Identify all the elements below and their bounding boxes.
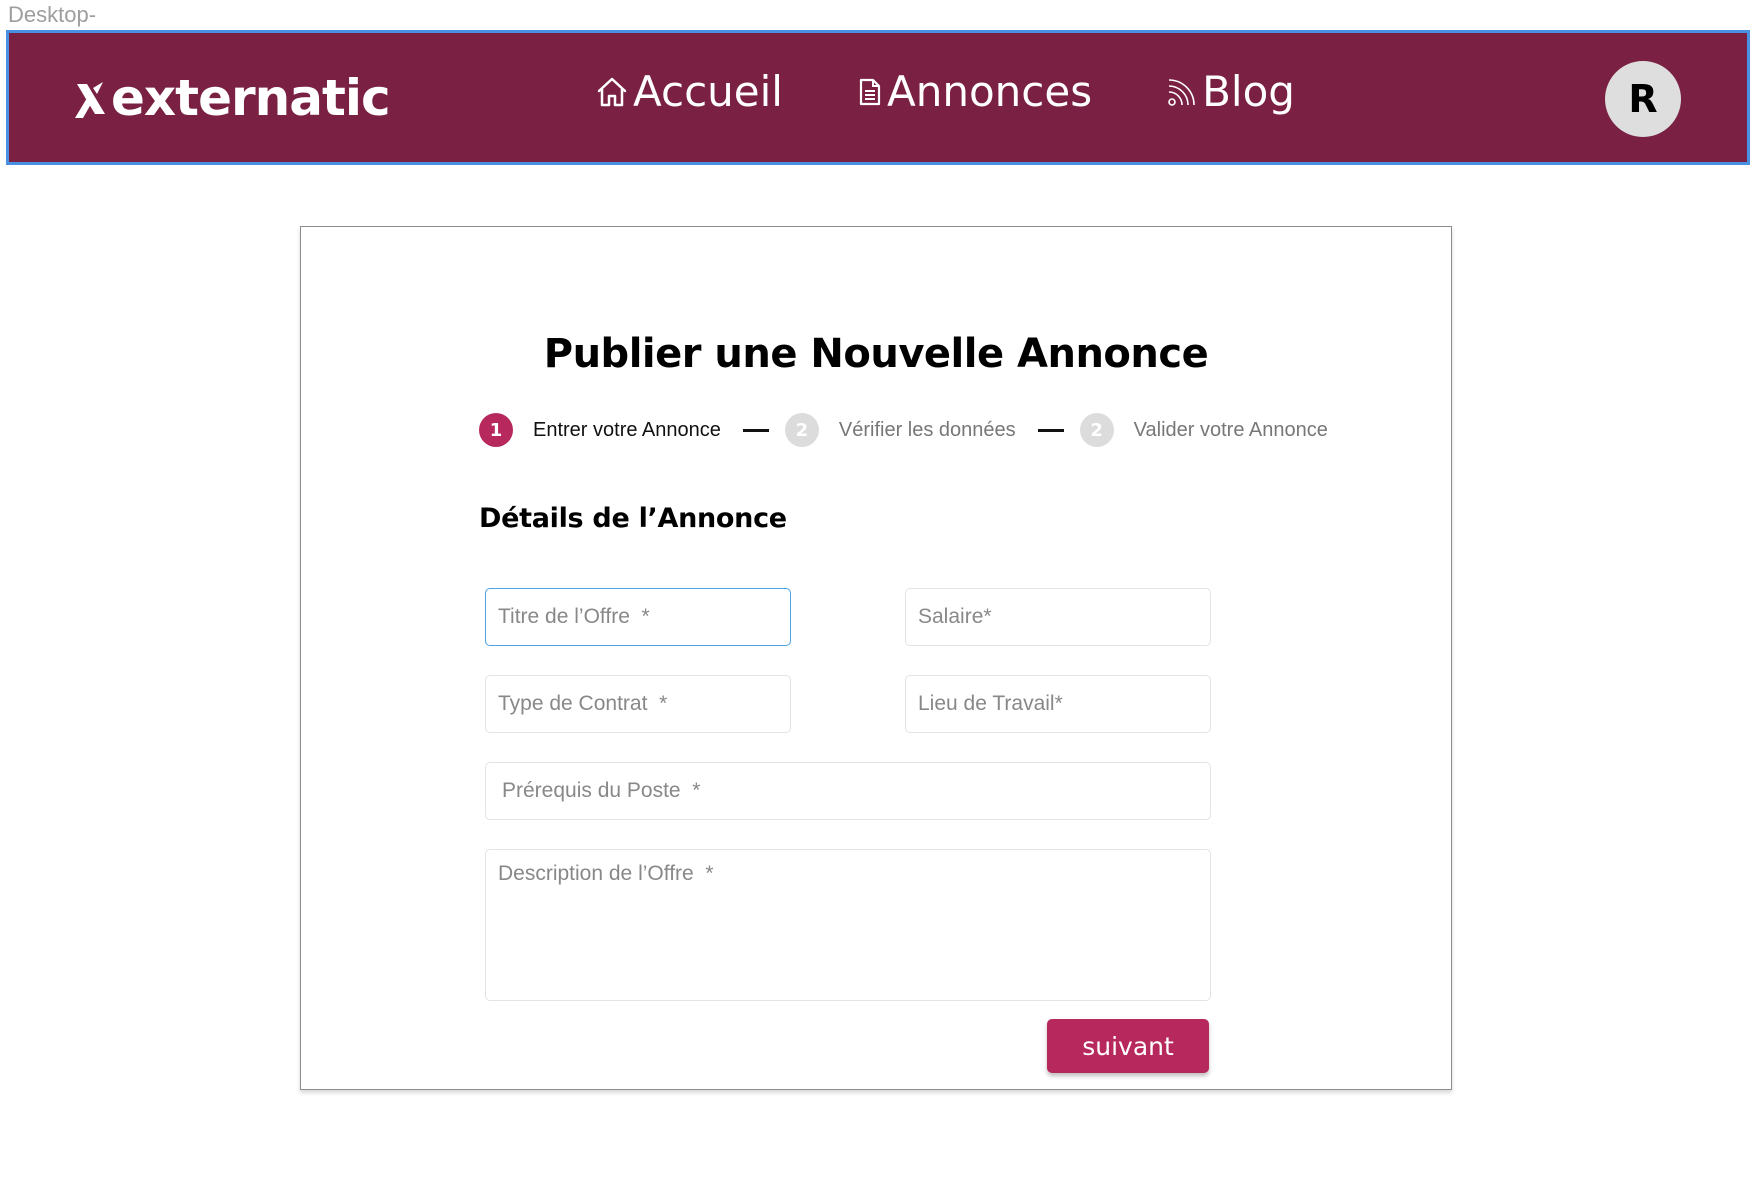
- prerequis-poste-input[interactable]: [485, 762, 1211, 820]
- step-2-indicator: 2: [784, 413, 819, 447]
- step-1-label: Entrer votre Annonce: [533, 418, 721, 441]
- nav-accueil[interactable]: Accueil: [595, 67, 783, 116]
- user-avatar[interactable]: R: [1605, 61, 1681, 137]
- nav-blog-label: Blog: [1202, 67, 1295, 116]
- nav-blog[interactable]: Blog: [1166, 67, 1295, 116]
- logo[interactable]: externatic: [73, 69, 391, 127]
- step-1-indicator: 1: [479, 413, 513, 447]
- page-title: Publier une Nouvelle Annonce: [543, 331, 1209, 377]
- step-3-label: Valider votre Annonce: [1133, 418, 1328, 441]
- step-3-indicator: 2: [1079, 413, 1114, 447]
- type-contrat-input[interactable]: [485, 675, 791, 733]
- step-connector: [1037, 428, 1064, 432]
- step-connector: [742, 428, 769, 432]
- nav-annonces[interactable]: Annonces: [857, 67, 1092, 116]
- description-offre-textarea[interactable]: [485, 849, 1211, 1001]
- document-icon: [859, 78, 881, 105]
- titre-offre-input[interactable]: [485, 588, 791, 646]
- top-navbar: externatic Accueil Annonces Blog R: [6, 30, 1750, 165]
- main-nav: Accueil Annonces Blog: [595, 67, 1295, 116]
- frame-label: Desktop-: [8, 2, 97, 27]
- lieu-travail-input[interactable]: [905, 675, 1211, 733]
- section-title: Détails de l’Annonce: [479, 503, 787, 534]
- logo-text: externatic: [111, 69, 391, 127]
- publish-form-card: Publier une Nouvelle Annonce 1 Entrer vo…: [300, 226, 1452, 1090]
- salaire-input[interactable]: [905, 588, 1211, 646]
- nav-annonces-label: Annonces: [886, 67, 1093, 116]
- rss-icon: [1168, 78, 1195, 106]
- logo-x-icon: [75, 82, 105, 118]
- nav-accueil-label: Accueil: [633, 67, 783, 116]
- stepper: 1 Entrer votre Annonce 2 Vérifier les do…: [479, 413, 1328, 447]
- next-button[interactable]: suivant: [1047, 1019, 1209, 1073]
- step-2-label: Vérifier les données: [838, 418, 1016, 441]
- home-icon: [597, 77, 627, 106]
